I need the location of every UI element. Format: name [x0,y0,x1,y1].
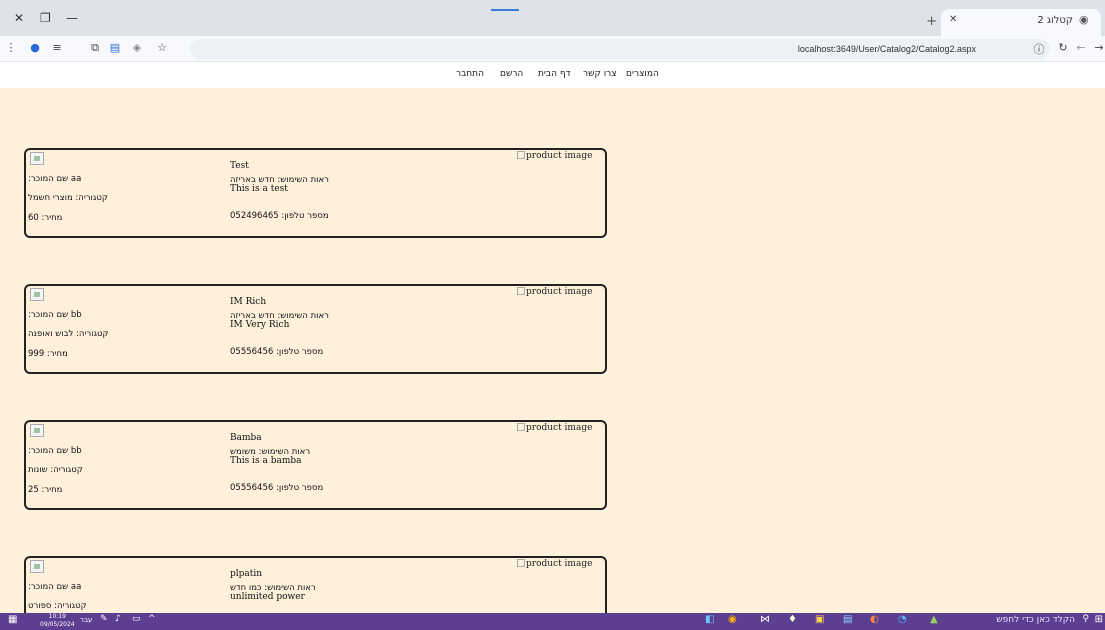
new-tab-button[interactable]: + [926,14,937,29]
app-icon[interactable]: ♦ [788,614,797,625]
taskbar-clock[interactable]: 10:19 09/05/2024 [40,613,75,629]
nav-home[interactable]: דף הבית [538,69,571,79]
close-window-button[interactable]: ✕ [14,11,24,25]
profile-icon[interactable]: ● [28,41,42,54]
search-icon[interactable]: ⚲ [1082,614,1089,624]
shield-icon[interactable]: ◈ [130,41,144,54]
product-image: product image [517,151,592,161]
nav-products[interactable]: המוצרים [626,69,659,79]
browser-toolbar: ⋮ ● ≡ ⧉ ▤ ◈ ☆ localhost:3649/User/Catalo… [0,36,1105,62]
product-name: IM Rich [230,297,267,307]
nav-register[interactable]: הרשם [500,69,523,79]
reload-icon[interactable]: ↻ [1056,41,1070,54]
product-name: plpatin [230,569,263,579]
phone-label: מספר טלפון: 05556456 [230,347,324,357]
reading-list-icon[interactable]: ≡ [50,41,64,54]
weather-icon[interactable]: ▲ [930,614,938,625]
visual-studio-icon[interactable]: ⋈ [760,614,770,625]
broken-image-icon [30,288,44,301]
product-card: product image :שם המוכר bb קטגוריה: לבוש… [24,284,607,374]
product-card: product image :שם המוכר aa קטגוריה: ספור… [24,556,607,613]
network-icon[interactable]: ▭ [132,614,141,624]
start-icon[interactable]: ⊞ [1095,614,1103,625]
restore-window-button[interactable]: ❐ [40,11,51,25]
show-desktop-icon[interactable]: ▦ [8,614,17,625]
clock-time: 10:19 [48,613,66,620]
price-label: מחיר: 60 [28,213,63,223]
seller-label: :שם המוכר aa [28,174,82,184]
vscode-icon[interactable]: ◧ [705,614,714,625]
nav-contact[interactable]: צרו קשר [583,69,617,79]
sidebar-icon[interactable]: ▤ [108,41,122,54]
forward-icon[interactable]: ← [1074,41,1088,54]
folder-icon[interactable]: ▣ [815,614,824,625]
bookmark-star-icon[interactable]: ☆ [155,41,169,54]
windows-taskbar: ▦ 10:19 09/05/2024 עבר ✎ ♪ ▭ ^ ◧ ◉ ⋈ ♦ ▣… [0,613,1105,630]
product-image: product image [517,559,592,569]
menu-dots-icon[interactable]: ⋮ [4,41,18,54]
url-text[interactable]: localhost:3649/User/Catalog2/Catalog2.as… [798,44,976,54]
category-label: קטגוריה: ספורט [28,601,87,611]
category-label: קטגוריה: מוצרי חשמל [28,193,108,203]
pen-icon[interactable]: ✎ [100,614,108,624]
clock-date: 09/05/2024 [40,621,75,628]
catalog-content: product image :שם המוכר aa קטגוריה: מוצר… [0,88,1105,613]
product-card: product image :שם המוכר bb קטגוריה: שונו… [24,420,607,510]
language-indicator[interactable]: עבר [80,616,92,624]
product-name: Test [230,161,249,171]
seller-label: :שם המוכר bb [28,446,82,456]
broken-image-icon [30,560,44,573]
site-info-icon[interactable]: ⓘ [1032,41,1046,57]
extensions-icon[interactable]: ⧉ [88,41,102,55]
price-label: מחיר: 25 [28,485,63,495]
broken-image-icon [30,152,44,165]
product-description: This is a test [230,184,288,194]
product-description: unlimited power [230,592,305,602]
browser-titlebar: ✕ ❐ — + ✕ קטלוג 2 ◉ [0,0,1105,36]
site-navigation: המוצרים צרו קשר דף הבית הרשם התחבר [0,62,1105,88]
drag-indicator [491,9,519,11]
nav-login[interactable]: התחבר [456,69,484,79]
tab-title: קטלוג 2 [1037,15,1073,26]
chevron-up-icon[interactable]: ^ [148,614,156,624]
firefox-icon[interactable]: ◐ [870,614,879,625]
globe-icon: ◉ [1079,13,1089,26]
product-description: This is a bamba [230,456,302,466]
chrome-icon[interactable]: ◉ [728,614,737,625]
taskbar-search[interactable]: הקלד כאן כדי לחפש [996,615,1075,625]
tab-close-icon[interactable]: ✕ [949,14,957,25]
product-card: product image :שם המוכר aa קטגוריה: מוצר… [24,148,607,238]
price-label: מחיר: 999 [28,349,68,359]
volume-icon[interactable]: ♪ [115,614,121,624]
category-label: קטגוריה: לבוש ואופנה [28,329,109,339]
back-icon[interactable]: → [1092,41,1105,54]
address-bar[interactable]: localhost:3649/User/Catalog2/Catalog2.as… [190,39,1050,59]
edge-icon[interactable]: ◔ [898,614,907,625]
broken-image-icon [30,424,44,437]
product-image: product image [517,423,592,433]
phone-label: מספר טלפון: 052496465 [230,211,329,221]
product-image: product image [517,287,592,297]
browser-tab[interactable]: ✕ קטלוג 2 ◉ [941,9,1101,36]
minimize-window-button[interactable]: — [66,11,78,25]
store-icon[interactable]: ▤ [843,614,852,625]
seller-label: :שם המוכר aa [28,582,82,592]
category-label: קטגוריה: שונות [28,465,83,475]
product-name: Bamba [230,433,262,443]
phone-label: מספר טלפון: 05556456 [230,483,324,493]
product-description: IM Very Rich [230,320,290,330]
seller-label: :שם המוכר bb [28,310,82,320]
